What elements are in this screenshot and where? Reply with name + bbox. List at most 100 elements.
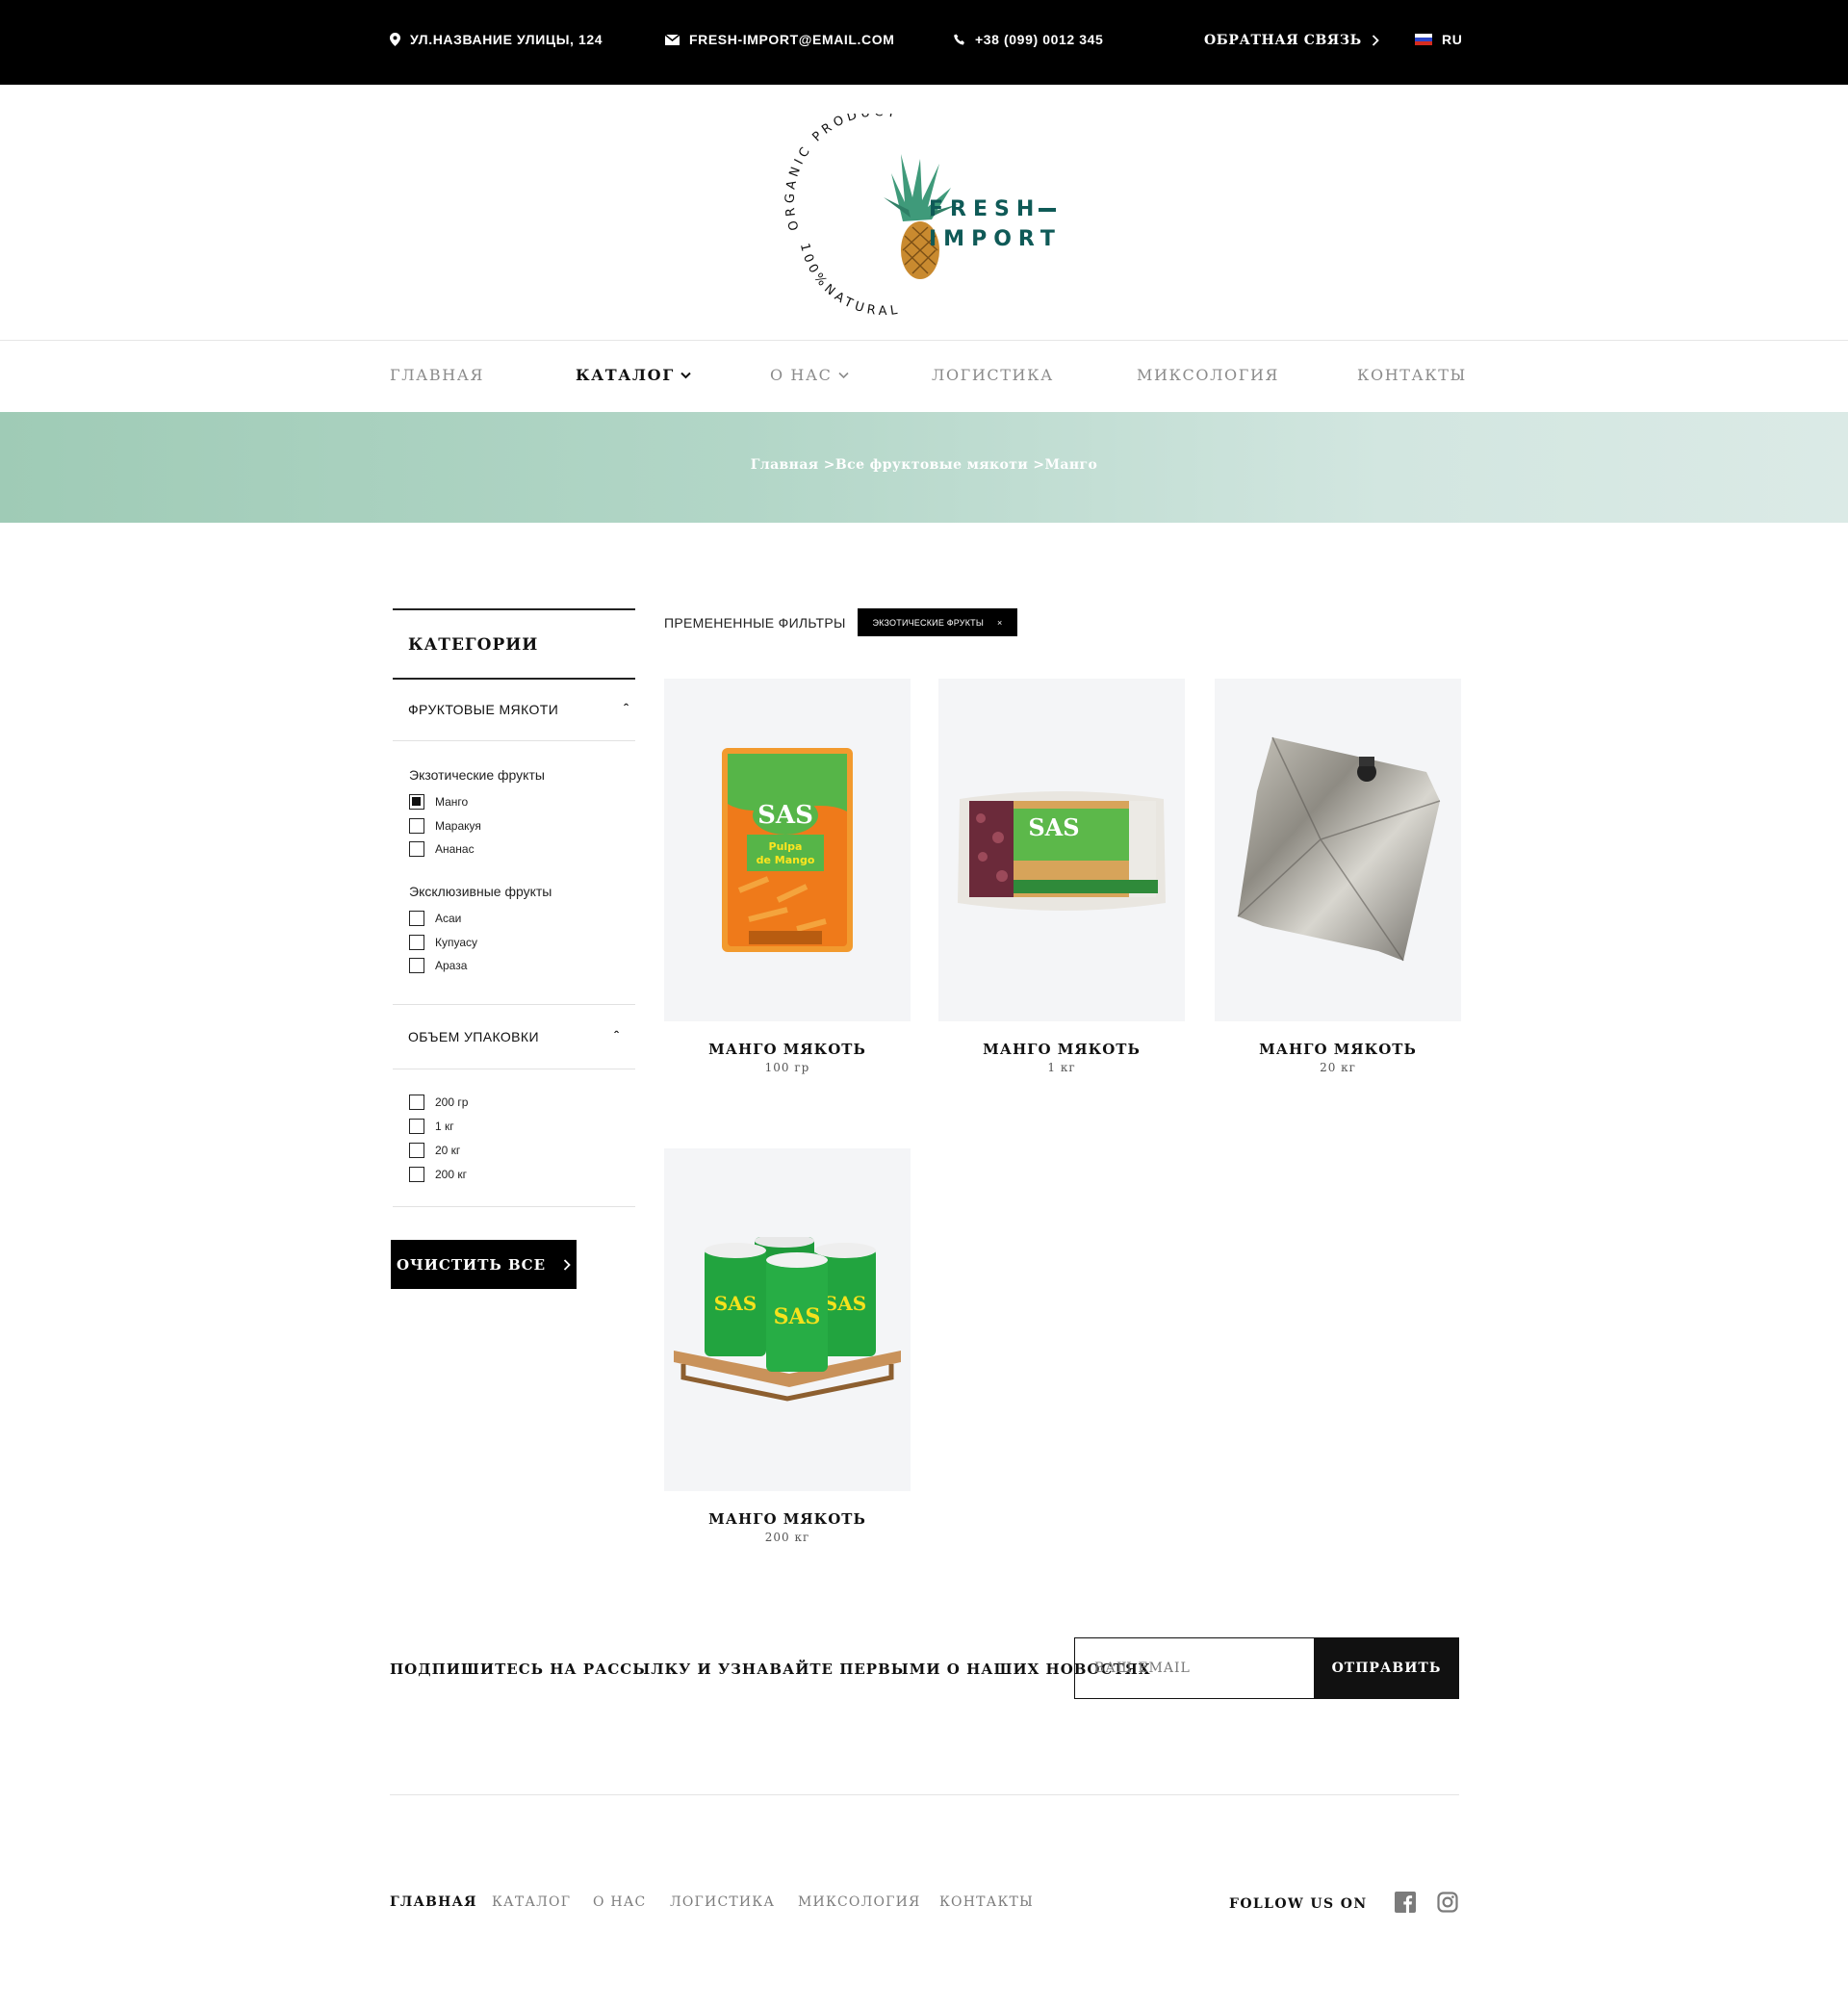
chevron-up-icon[interactable]: ˆ	[624, 701, 629, 716]
clear-all-button[interactable]: ОЧИСТИТЬ ВСЕ	[391, 1240, 577, 1289]
sidebar-rule	[393, 1004, 635, 1005]
product-image[interactable]: SAS SAS SAS	[664, 1148, 911, 1491]
checkbox-box[interactable]	[409, 958, 424, 973]
checkbox-box[interactable]	[409, 1143, 424, 1158]
checkbox-box[interactable]	[409, 841, 424, 857]
email-link[interactable]: FRESH-IMPORT@EMAIL.COM	[665, 32, 895, 47]
nav-catalog[interactable]: КАТАЛОГ	[576, 366, 691, 384]
checkbox-pineapple[interactable]: Ананас	[409, 841, 475, 857]
svg-text:de Mango: de Mango	[757, 854, 815, 866]
checkbox-20kg[interactable]: 20 кг	[409, 1143, 460, 1158]
sidebar-top-rule	[393, 608, 635, 610]
clear-all-label: ОЧИСТИТЬ ВСЕ	[396, 1255, 547, 1274]
phone-icon	[954, 34, 964, 45]
footer-nav-catalog[interactable]: КАТАЛОГ	[492, 1894, 571, 1910]
footer-nav-home[interactable]: ГЛАВНАЯ	[390, 1894, 477, 1910]
sidebar-rule	[393, 1206, 635, 1207]
checkbox-label: Купуасу	[435, 936, 478, 949]
product-size: 1 кг	[1047, 1061, 1076, 1074]
footer-nav-mixology[interactable]: МИКСОЛОГИЯ	[798, 1894, 921, 1910]
nav-contacts[interactable]: КОНТАКТЫ	[1357, 366, 1467, 384]
nav-logistics[interactable]: ЛОГИСТИКА	[932, 366, 1054, 384]
logo-ring-bottom-text: 100%NATURAL	[797, 242, 898, 318]
green-barrels-image: SAS SAS SAS	[674, 1237, 901, 1402]
language-switcher[interactable]: RU	[1415, 32, 1462, 47]
foil-bag-image	[1237, 736, 1441, 962]
filter-chip[interactable]: ЭКЗОТИЧЕСКИЕ ФРУКТЫ ×	[858, 608, 1017, 636]
phone-link[interactable]: +38 (099) 0012 345	[954, 32, 1103, 47]
product-name[interactable]: МАНГО МЯКОТЬ	[664, 1510, 911, 1528]
applied-filters-label: ПРЕМЕНЕННЫЕ ФИЛЬТРЫ	[664, 615, 846, 631]
footer-nav-logistics[interactable]: ЛОГИСТИКА	[670, 1894, 775, 1910]
product-size: 100 гр	[764, 1061, 810, 1074]
newsletter-email-input[interactable]: ВАШ EMAIL	[1074, 1637, 1315, 1699]
close-icon[interactable]: ×	[997, 618, 1002, 628]
footer-divider	[390, 1794, 1459, 1795]
product-image[interactable]: SAS	[938, 679, 1185, 1021]
product-name[interactable]: МАНГО МЯКОТЬ	[664, 1041, 911, 1058]
footer-nav-contacts[interactable]: КОНТАКТЫ	[939, 1894, 1034, 1910]
orange-pouch-image: SAS Pulpa de Mango	[722, 748, 853, 952]
section-package-volume-title: ОБЪЕМ УПАКОВКИ	[408, 1029, 539, 1044]
top-bar: УЛ.НАЗВАНИЕ УЛИЦЫ, 124 FRESH-IMPORT@EMAI…	[0, 0, 1848, 85]
group-exotic-title: Экзотические фрукты	[409, 767, 545, 783]
checkbox-label: 20 кг	[435, 1144, 461, 1157]
logo-dash	[1039, 208, 1057, 212]
footer-nav-about[interactable]: О НАС	[593, 1894, 646, 1910]
checkbox-box[interactable]	[409, 1167, 424, 1182]
nav-home[interactable]: ГЛАВНАЯ	[390, 366, 484, 384]
svg-text:Pulpa: Pulpa	[769, 840, 803, 853]
product-image[interactable]: SAS Pulpa de Mango	[664, 679, 911, 1021]
checkbox-box[interactable]	[409, 794, 424, 810]
checkbox-label: 1 кг	[435, 1120, 454, 1133]
checkbox-araza[interactable]: Араза	[409, 958, 467, 973]
email-text: FRESH-IMPORT@EMAIL.COM	[689, 32, 895, 47]
checkbox-mango[interactable]: Манго	[409, 794, 468, 810]
checkbox-box[interactable]	[409, 1095, 424, 1110]
product-name[interactable]: МАНГО МЯКОТЬ	[1215, 1041, 1461, 1058]
nav-divider	[0, 340, 1848, 341]
checkbox-acai[interactable]: Асаи	[409, 911, 461, 926]
feedback-text: ОБРАТНАЯ СВЯЗЬ	[1204, 33, 1362, 48]
newsletter-submit-button[interactable]: ОТПРАВИТЬ	[1314, 1637, 1459, 1699]
map-pin-icon	[390, 33, 400, 46]
checkbox-box[interactable]	[409, 1119, 424, 1134]
product-size: 20 кг	[1320, 1061, 1356, 1074]
nav-contacts-label: КОНТАКТЫ	[1357, 366, 1467, 384]
product-name[interactable]: МАНГО МЯКОТЬ	[938, 1041, 1185, 1058]
checkbox-label: Манго	[435, 795, 469, 809]
page-hero: Главная >Все фруктовые мякоти >Манго	[0, 412, 1848, 523]
sidebar-title-rule	[393, 678, 635, 680]
chevron-right-icon	[1372, 35, 1379, 46]
breadcrumb[interactable]: Главная >Все фруктовые мякоти >Манго	[0, 457, 1848, 473]
feedback-link[interactable]: ОБРАТНАЯ СВЯЗЬ	[1204, 33, 1379, 48]
instagram-icon[interactable]	[1437, 1892, 1458, 1913]
checkbox-1kg[interactable]: 1 кг	[409, 1119, 454, 1134]
nav-catalog-label: КАТАЛОГ	[576, 366, 675, 384]
svg-text:SAS: SAS	[714, 1292, 757, 1315]
nav-about-label: О НАС	[770, 366, 833, 384]
section-fruit-pulps-toggle[interactable]: ФРУКТОВЫЕ МЯКОТИ	[408, 702, 558, 717]
chevron-down-icon	[837, 372, 849, 378]
checkbox-box[interactable]	[409, 911, 424, 926]
svg-text:ORGANIC PRODUCT: ORGANIC PRODUCT	[783, 114, 900, 232]
checkbox-cupuacu[interactable]: Купуасу	[409, 935, 477, 950]
chevron-up-icon[interactable]: ˆ	[614, 1028, 619, 1043]
facebook-icon[interactable]	[1395, 1892, 1416, 1913]
svg-text:100%NATURAL: 100%NATURAL	[797, 242, 902, 318]
checkbox-200kg[interactable]: 200 кг	[409, 1167, 467, 1182]
section-fruit-pulps-title: ФРУКТОВЫЕ МЯКОТИ	[408, 702, 559, 717]
phone-text: +38 (099) 0012 345	[975, 32, 1104, 47]
product-image[interactable]	[1215, 679, 1461, 1021]
checkbox-label: Араза	[435, 959, 468, 972]
checkbox-box[interactable]	[409, 818, 424, 834]
checkbox-passionfruit[interactable]: Маракуя	[409, 818, 481, 834]
logo-line1: FRESH	[929, 197, 1041, 221]
checkbox-label: 200 гр	[435, 1095, 469, 1109]
section-package-volume-toggle[interactable]: ОБЪЕМ УПАКОВКИ	[408, 1029, 539, 1044]
checkbox-box[interactable]	[409, 935, 424, 950]
nav-about[interactable]: О НАС	[770, 366, 849, 384]
russia-flag-icon	[1415, 34, 1432, 45]
nav-mixology[interactable]: МИКСОЛОГИЯ	[1137, 366, 1279, 384]
checkbox-200g[interactable]: 200 гр	[409, 1095, 468, 1110]
